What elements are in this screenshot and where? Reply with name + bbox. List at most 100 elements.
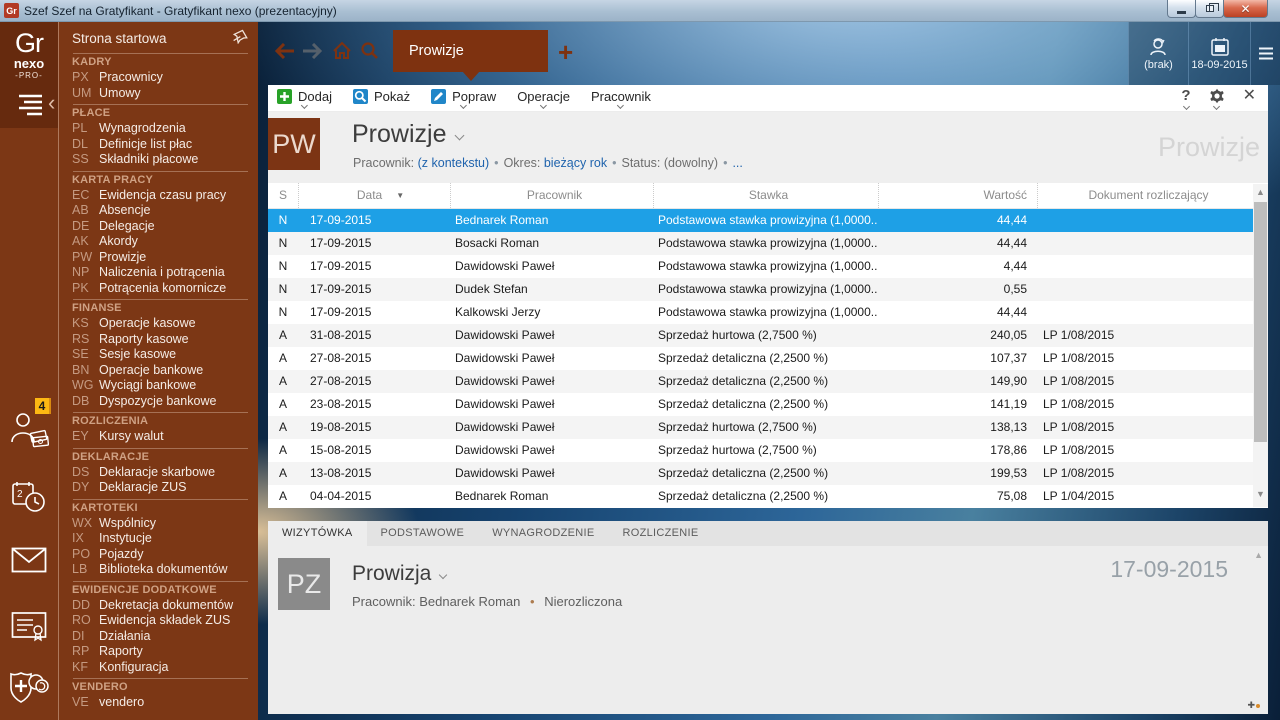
main-menu-button[interactable] <box>1250 22 1280 85</box>
table-row[interactable]: N17-09-2015Bosacki RomanPodstawowa stawk… <box>268 232 1253 255</box>
forward-button[interactable] <box>302 43 322 59</box>
sidebar-item-pl[interactable]: PLWynagrodzenia <box>72 121 250 137</box>
mail-shortcut-button[interactable] <box>0 547 58 573</box>
sidebar-item-code: UM <box>72 86 99 102</box>
title-bar: Gr Szef Szef na Gratyfikant - Gratyfikan… <box>0 0 1280 22</box>
sidebar-item-ve[interactable]: VEvendero <box>72 695 250 711</box>
vertical-scrollbar[interactable]: ▲ ▼ <box>1253 184 1268 507</box>
filter-value[interactable]: (z kontekstu) <box>418 156 490 170</box>
minimize-icon <box>1177 11 1186 14</box>
sidebar-item-px[interactable]: PXPracownicy <box>72 70 250 86</box>
table-row[interactable]: A13-08-2015Dawidowski PawełSprzedaż deta… <box>268 462 1253 485</box>
sidebar-item-ak[interactable]: AKAkordy <box>72 234 250 250</box>
table-row[interactable]: A23-08-2015Dawidowski PawełSprzedaż deta… <box>268 393 1253 416</box>
sidebar-item-di[interactable]: DIDziałania <box>72 629 250 645</box>
sidebar-item-ds[interactable]: DSDeklaracje skarbowe <box>72 465 250 481</box>
employees-shortcut-button[interactable] <box>0 410 58 448</box>
date-widget[interactable]: 18-09-2015 <box>1188 22 1250 85</box>
cell-rate: Sprzedaż detaliczna (2,2500 %) <box>653 485 878 508</box>
sidebar-item-po[interactable]: POPojazdy <box>72 547 250 563</box>
detail-tab-3[interactable]: WYNAGRODZENIE <box>478 521 608 546</box>
sidebar-item-home[interactable]: Strona startowa <box>72 27 250 50</box>
sidebar-item-ab[interactable]: ABAbsencje <box>72 203 250 219</box>
scrollbar-thumb[interactable] <box>1254 202 1267 442</box>
sidebar-item-ks[interactable]: KSOperacje kasowe <box>72 316 250 332</box>
filter-value[interactable]: ... <box>732 156 742 170</box>
sidebar-item-ec[interactable]: ECEwidencja czasu pracy <box>72 188 250 204</box>
insurance-shortcut-button[interactable] <box>0 670 58 706</box>
panel-scroll-up-icon[interactable]: ▲ <box>1254 550 1263 560</box>
close-window-button[interactable]: ✕ <box>1223 0 1268 18</box>
table-row[interactable]: A27-08-2015Dawidowski PawełSprzedaż deta… <box>268 347 1253 370</box>
close-view-button[interactable]: ✕ <box>1243 88 1256 104</box>
sidebar-item-pk[interactable]: PKPotrącenia komornicze <box>72 281 250 297</box>
sidebar-item-wg[interactable]: WGWyciągi bankowe <box>72 378 250 394</box>
sidebar-item-de[interactable]: DEDelegacje <box>72 219 250 235</box>
column-header-prac[interactable]: Pracownik <box>450 183 653 208</box>
filter-value: (dowolny) <box>664 156 718 170</box>
minimize-button[interactable] <box>1167 0 1196 18</box>
sidebar-item-db[interactable]: DBDyspozycje bankowe <box>72 394 250 410</box>
new-tab-button[interactable]: + <box>558 39 573 65</box>
detail-tab-4[interactable]: ROZLICZENIE <box>609 521 713 546</box>
table-row[interactable]: N17-09-2015Dudek StefanPodstawowa stawka… <box>268 278 1253 301</box>
help-button[interactable]: ? <box>1181 88 1190 109</box>
table-row[interactable]: A15-08-2015Dawidowski PawełSprzedaż hurt… <box>268 439 1253 462</box>
time-shortcut-button[interactable]: 2 <box>0 480 58 514</box>
sidebar-item-pw[interactable]: PWProwizje <box>72 250 250 266</box>
column-header-dok[interactable]: Dokument rozliczający <box>1037 183 1253 208</box>
column-header-s[interactable]: S <box>268 183 298 208</box>
detail-title[interactable]: Prowizja <box>352 562 446 586</box>
sidebar-item-dy[interactable]: DYDeklaracje ZUS <box>72 480 250 496</box>
restore-button[interactable] <box>1195 0 1224 18</box>
sidebar-item-dd[interactable]: DDDekretacja dokumentów <box>72 598 250 614</box>
sidebar-item-kf[interactable]: KFKonfiguracja <box>72 660 250 676</box>
sidebar-item-um[interactable]: UMUmowy <box>72 86 250 102</box>
pin-icon[interactable] <box>233 29 248 44</box>
search-button[interactable] <box>360 41 379 60</box>
toolbar-button-pracownik[interactable]: Pracownik <box>591 85 651 111</box>
sidebar-item-bn[interactable]: BNOperacje bankowe <box>72 363 250 379</box>
table-row[interactable]: N17-09-2015Bednarek RomanPodstawowa staw… <box>268 209 1253 232</box>
home-button[interactable] <box>332 41 352 60</box>
sidebar-item-ro[interactable]: ROEwidencja składek ZUS <box>72 613 250 629</box>
toolbar-button-dodaj[interactable]: Dodaj <box>277 85 332 111</box>
sidebar-item-lb[interactable]: LBBiblioteka dokumentów <box>72 562 250 578</box>
detail-tab-2[interactable]: PODSTAWOWE <box>367 521 479 546</box>
sidebar-item-se[interactable]: SESesje kasowe <box>72 347 250 363</box>
table-row[interactable]: A04-04-2015Bednarek RomanSprzedaż detali… <box>268 485 1253 508</box>
table-row[interactable]: N17-09-2015Kalkowski JerzyPodstawowa sta… <box>268 301 1253 324</box>
table-row[interactable]: N17-09-2015Dawidowski PawełPodstawowa st… <box>268 255 1253 278</box>
sidebar-item-wx[interactable]: WXWspólnicy <box>72 516 250 532</box>
table-row[interactable]: A27-08-2015Dawidowski PawełSprzedaż deta… <box>268 370 1253 393</box>
sidebar-separator <box>73 499 248 500</box>
scroll-up-icon[interactable]: ▲ <box>1253 187 1268 197</box>
cell-employee: Bednarek Roman <box>450 209 653 232</box>
sidebar-item-ss[interactable]: SSSkładniki płacowe <box>72 152 250 168</box>
column-header-data[interactable]: Data▼ <box>298 183 450 208</box>
table-row[interactable]: A19-08-2015Dawidowski PawełSprzedaż hurt… <box>268 416 1253 439</box>
sidebar-item-ey[interactable]: EYKursy walut <box>72 429 250 445</box>
certificates-shortcut-button[interactable] <box>0 610 58 642</box>
page-title[interactable]: Prowizje <box>352 120 463 149</box>
panel-corner-icon[interactable]: ✚ <box>1247 700 1260 711</box>
toolbar-button-pokaż[interactable]: Pokaż <box>353 85 410 111</box>
toolbar-button-operacje[interactable]: Operacje <box>517 85 570 111</box>
sidebar-item-dl[interactable]: DLDefinicje list płac <box>72 137 250 153</box>
settings-button[interactable] <box>1209 88 1225 109</box>
user-widget[interactable]: (brak) <box>1128 22 1188 85</box>
detail-tab-1[interactable]: WIZYTÓWKA <box>268 521 367 546</box>
sidebar-item-label: Definicje list płac <box>99 137 192 153</box>
column-header-staw[interactable]: Stawka <box>653 183 878 208</box>
sidebar-item-rp[interactable]: RPRaporty <box>72 644 250 660</box>
sidebar-item-rs[interactable]: RSRaporty kasowe <box>72 332 250 348</box>
filter-value[interactable]: bieżący rok <box>544 156 607 170</box>
toolbar-button-popraw[interactable]: Popraw <box>431 85 496 111</box>
table-row[interactable]: A31-08-2015Dawidowski PawełSprzedaż hurt… <box>268 324 1253 347</box>
back-button[interactable] <box>275 43 295 59</box>
sidebar-item-np[interactable]: NPNaliczenia i potrącenia <box>72 265 250 281</box>
scroll-down-icon[interactable]: ▼ <box>1253 489 1268 499</box>
tab-prowizje[interactable]: Prowizje <box>393 30 548 72</box>
sidebar-item-ix[interactable]: IXInstytucje <box>72 531 250 547</box>
column-header-wart[interactable]: Wartość <box>878 183 1037 208</box>
